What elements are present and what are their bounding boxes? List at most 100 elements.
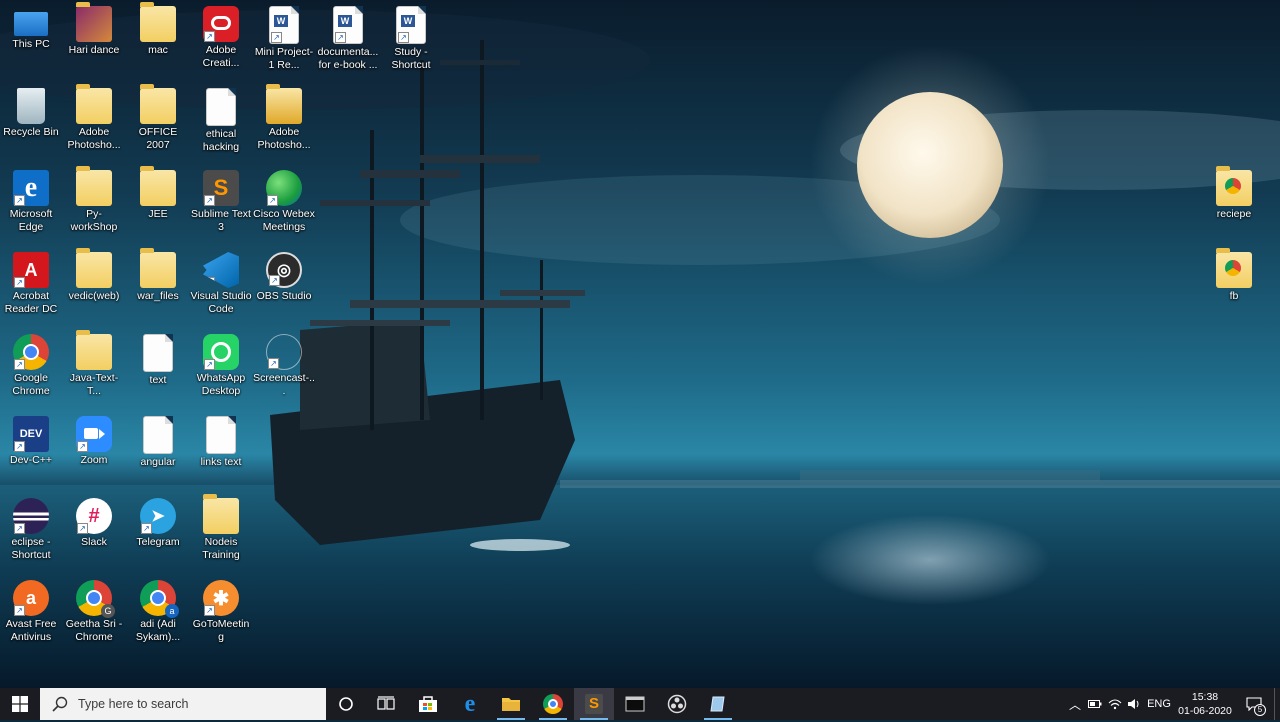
taskbar-obs[interactable] — [657, 688, 697, 720]
desktop-icon-sublime-text[interactable]: S ↗ Sublime Text 3 — [190, 164, 252, 244]
desktop-icon-this-pc[interactable]: This PC — [0, 0, 62, 80]
desktop-icon-microsoft-edge[interactable]: e ↗ Microsoft Edge — [0, 164, 62, 244]
tray-network[interactable] — [1106, 688, 1124, 720]
shortcut-arrow-icon: ↗ — [271, 32, 282, 43]
desktop-icon-recycle-bin[interactable]: Recycle Bin — [0, 82, 62, 162]
desktop-icon-label: Avast Free Antivirus — [5, 618, 57, 643]
desktop-icon-java-text[interactable]: Java-Text-T... — [63, 328, 125, 408]
desktop-icon-slack[interactable]: # ↗ Slack — [63, 492, 125, 572]
desktop-icon-label: Sublime Text 3 — [191, 208, 251, 233]
desktop-icon-avast[interactable]: a ↗ Avast Free Antivirus — [0, 574, 62, 654]
desktop-icon-screencast[interactable]: ↗ Screencast-... — [253, 328, 315, 408]
shortcut-arrow-icon: ↗ — [269, 275, 280, 286]
taskbar-clock[interactable]: 15:38 01-06-2020 — [1170, 688, 1240, 722]
obs-icon: ◎ ↗ — [266, 252, 302, 288]
desktop-icon-study-shortcut[interactable]: W ↗ Study - Shortcut — [380, 0, 442, 80]
desktop-icon-label: fb — [1229, 290, 1239, 302]
action-center-button[interactable]: 5 — [1240, 688, 1268, 720]
show-desktop-button[interactable] — [1274, 688, 1280, 720]
cortana-button[interactable] — [326, 688, 366, 720]
desktop-icon-label: Java-Text-T... — [69, 372, 119, 397]
start-button[interactable] — [0, 688, 40, 720]
desktop-icon-telegram[interactable]: ➤ ↗ Telegram — [127, 492, 189, 572]
desktop-icon-label: Google Chrome — [12, 372, 50, 397]
chrome-profile-icon: a — [140, 580, 179, 618]
desktop-icon-mini-project[interactable]: W ↗ Mini Project-1 Re... — [253, 0, 315, 80]
desktop-icon-vscode[interactable]: ↗ Visual Studio Code — [190, 246, 252, 326]
tray-language[interactable]: ENG — [1146, 688, 1172, 720]
desktop-icon-label: reciepe — [1216, 208, 1252, 220]
taskbar-store[interactable] — [408, 688, 448, 720]
edge-icon: e — [464, 691, 476, 717]
taskbar-notepad[interactable] — [698, 688, 738, 720]
chevron-up-icon: ︿ — [1068, 697, 1081, 712]
desktop-icon-documentation-ebook[interactable]: W ↗ documenta... for e-book ... — [317, 0, 379, 80]
desktop-icon-links-text[interactable]: links text — [190, 410, 252, 490]
shortcut-arrow-icon: ↗ — [204, 195, 215, 206]
desktop-icon-adobe-creative-cloud[interactable]: ↗ Adobe Creati... — [190, 0, 252, 80]
desktop-icon-jee[interactable]: JEE — [127, 164, 189, 244]
folder-icon — [140, 248, 176, 288]
language-label: ENG — [1147, 698, 1171, 710]
desktop-icon-text[interactable]: text — [127, 328, 189, 408]
desktop-icon-gotomeeting[interactable]: ✱ ↗ GoToMeeting — [190, 574, 252, 654]
folder-icon — [76, 330, 112, 370]
taskbar-file-explorer[interactable] — [491, 688, 531, 720]
taskbar-sublime[interactable]: S — [574, 688, 614, 720]
desktop-icon-reciepe[interactable]: reciepe — [1203, 164, 1265, 244]
desktop-icon-war-files[interactable]: war_files — [127, 246, 189, 326]
desktop-icon-label: Geetha Sri - Chrome — [65, 618, 123, 643]
desktop-icon-py-workshop[interactable]: Py-workShop — [63, 164, 125, 244]
desktop-icon-label: Mini Project-1 Re... — [254, 46, 314, 71]
desktop-icon-whatsapp[interactable]: ↗ WhatsApp Desktop — [190, 328, 252, 408]
desktop-icon-label: OBS Studio — [256, 290, 312, 302]
shortcut-arrow-icon: ↗ — [14, 605, 25, 616]
desktop-icon-nodejs-training[interactable]: Nodeis Training — [190, 492, 252, 572]
taskbar-chrome[interactable] — [533, 688, 573, 720]
desktop-icon-angular[interactable]: angular — [127, 410, 189, 490]
word-doc-icon: W ↗ — [269, 6, 299, 44]
tray-volume[interactable] — [1125, 688, 1143, 720]
task-view-icon — [377, 696, 395, 710]
shortcut-arrow-icon: ↗ — [14, 441, 25, 452]
desktop-icon-adobe-photoshop-folder-2[interactable]: Adobe Photosho... — [253, 82, 315, 162]
desktop-icon-label: Zoom — [80, 454, 108, 466]
sublime-icon: S — [585, 694, 603, 714]
desktop-icon-dev-cpp[interactable]: DEV ↗ Dev-C++ — [0, 410, 62, 490]
desktop-icon-eclipse[interactable]: ↗ eclipse - Shortcut — [0, 492, 62, 572]
file-explorer-icon — [502, 698, 520, 711]
folder-icon — [140, 2, 176, 42]
desktop-icon-fb[interactable]: fb — [1203, 246, 1265, 326]
folder-icon — [203, 494, 239, 534]
task-view-button[interactable] — [366, 688, 406, 720]
desktop-icon-obs-studio[interactable]: ◎ ↗ OBS Studio — [253, 246, 315, 326]
taskbar-terminal[interactable] — [615, 688, 655, 720]
terminal-icon — [625, 696, 645, 712]
desktop-icon-vedic-web[interactable]: vedic(web) — [63, 246, 125, 326]
devcpp-icon: DEV ↗ — [13, 416, 49, 452]
folder-icon — [76, 248, 112, 288]
word-doc-icon: W ↗ — [396, 6, 426, 44]
folder-icon — [266, 84, 302, 124]
desktop-icon-ethical-hacking[interactable]: ethical hacking — [190, 82, 252, 162]
desktop-icon-label: documenta... for e-book ... — [317, 46, 379, 71]
text-doc-icon — [206, 88, 236, 126]
taskbar-search-box[interactable]: Type here to search — [40, 688, 326, 720]
desktop-icon-label: This PC — [12, 38, 50, 50]
desktop-icon-mac[interactable]: mac — [127, 0, 189, 80]
desktop-icon-google-chrome[interactable]: ↗ Google Chrome — [0, 328, 62, 408]
taskbar-edge[interactable]: e — [450, 688, 490, 720]
desktop-icon-cisco-webex[interactable]: ↗ Cisco Webex Meetings — [253, 164, 315, 244]
tray-battery[interactable] — [1086, 688, 1104, 720]
desktop-icon-hari-dance[interactable]: Hari dance — [63, 0, 125, 80]
show-hidden-icons-button[interactable]: ︿ — [1066, 688, 1084, 720]
folder-icon — [76, 84, 112, 124]
desktop-icon-adi-chrome[interactable]: a adi (Adi Sykam)... — [127, 574, 189, 654]
desktop-icon-acrobat-reader[interactable]: A ↗ Acrobat Reader DC — [0, 246, 62, 326]
desktop-icon-geetha-chrome[interactable]: G Geetha Sri - Chrome — [63, 574, 125, 654]
desktop-icon-adobe-photoshop-folder[interactable]: Adobe Photosho... — [63, 82, 125, 162]
shortcut-arrow-icon: ↗ — [14, 523, 25, 534]
wifi-icon — [1108, 699, 1122, 710]
desktop-icon-office-2007[interactable]: OFFICE 2007 — [127, 82, 189, 162]
desktop-icon-zoom[interactable]: ↗ Zoom — [63, 410, 125, 490]
